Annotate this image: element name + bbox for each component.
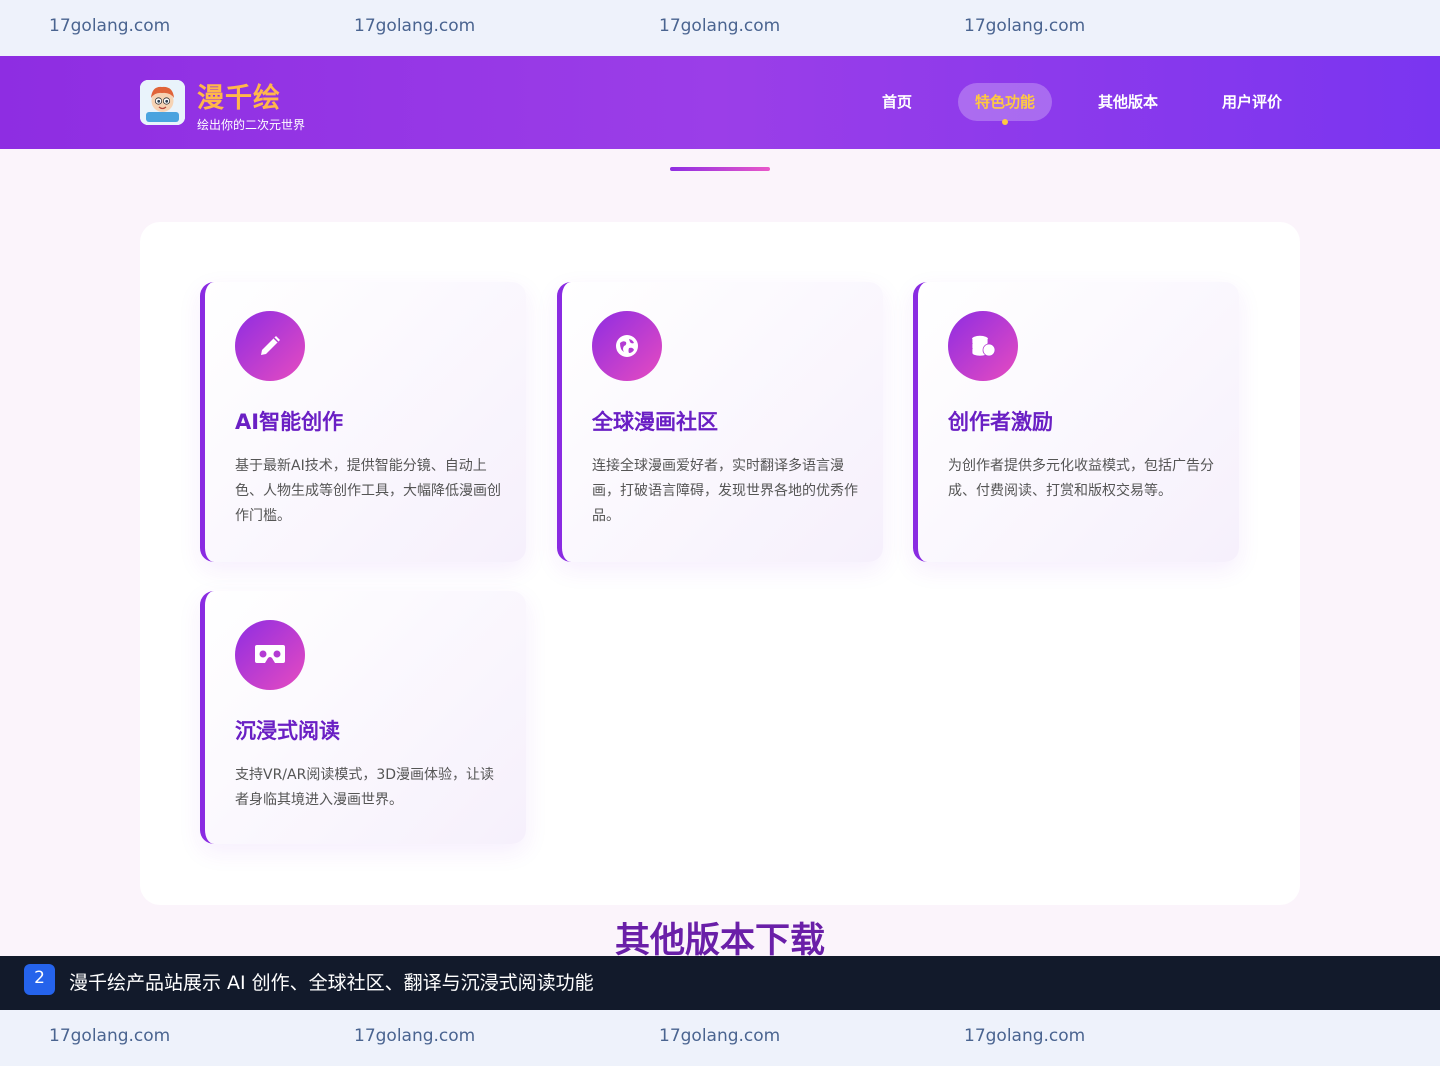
caption-bar: 2 漫千绘产品站展示 AI 创作、全球社区、翻译与沉浸式阅读功能 xyxy=(0,956,1440,1010)
watermark-text: 17golang.com xyxy=(49,1026,171,1046)
feature-card-community[interactable]: 全球漫画社区 连接全球漫画爱好者，实时翻译多语言漫画，打破语言障碍，发现世界各地… xyxy=(557,282,883,562)
nav-features[interactable]: 特色功能 xyxy=(958,83,1052,125)
globe-icon xyxy=(592,311,662,381)
caption-number-badge: 2 xyxy=(24,964,55,995)
feature-card-ai[interactable]: AI智能创作 基于最新AI技术，提供智能分镜、自动上色、人物生成等创作工具，大幅… xyxy=(200,282,526,562)
nav-features-label: 特色功能 xyxy=(974,93,1035,111)
nav-other-versions[interactable]: 其他版本 xyxy=(1080,83,1176,121)
logo-mascot-icon[interactable] xyxy=(140,80,185,125)
section-divider xyxy=(670,167,770,171)
watermark-bar-top: 17golang.com 17golang.com 17golang.com 1… xyxy=(0,0,1440,56)
feature-title: 沉浸式阅读 xyxy=(235,719,340,743)
nav-home[interactable]: 首页 xyxy=(862,83,932,121)
watermark-text: 17golang.com xyxy=(964,1026,1086,1046)
nav-user-reviews[interactable]: 用户评价 xyxy=(1204,83,1300,121)
feature-card-immersive-reading[interactable]: 沉浸式阅读 支持VR/AR阅读模式，3D漫画体验，让读者身临其境进入漫画世界。 xyxy=(200,591,526,844)
feature-description: 支持VR/AR阅读模式，3D漫画体验，让读者身临其境进入漫画世界。 xyxy=(235,767,495,808)
feature-description: 基于最新AI技术，提供智能分镜、自动上色、人物生成等创作工具，大幅降低漫画创作门… xyxy=(235,458,501,524)
feature-card-creator-incentive[interactable]: 创作者激励 为创作者提供多元化收益模式，包括广告分成、付费阅读、打赏和版权交易等… xyxy=(913,282,1239,562)
pen-icon xyxy=(235,311,305,381)
feature-title: 全球漫画社区 xyxy=(592,410,718,434)
active-indicator-dot xyxy=(1002,119,1008,125)
watermark-bar-bottom: 17golang.com 17golang.com 17golang.com 1… xyxy=(0,1010,1440,1066)
coins-icon xyxy=(948,311,1018,381)
watermark-text: 17golang.com xyxy=(354,16,476,36)
brand-name[interactable]: 漫千绘 xyxy=(197,76,281,115)
watermark-text: 17golang.com xyxy=(354,1026,476,1046)
watermark-text: 17golang.com xyxy=(659,16,781,36)
feature-title: 创作者激励 xyxy=(948,410,1053,434)
vr-headset-icon xyxy=(235,620,305,690)
site-header: 漫千绘 绘出你的二次元世界 首页 特色功能 其他版本 用户评价 xyxy=(0,56,1440,149)
watermark-text: 17golang.com xyxy=(659,1026,781,1046)
brand-slogan: 绘出你的二次元世界 xyxy=(197,118,306,132)
watermark-text: 17golang.com xyxy=(964,16,1086,36)
watermark-text: 17golang.com xyxy=(49,16,171,36)
features-panel: AI智能创作 基于最新AI技术，提供智能分镜、自动上色、人物生成等创作工具，大幅… xyxy=(140,222,1300,905)
feature-description: 连接全球漫画爱好者，实时翻译多语言漫画，打破语言障碍，发现世界各地的优秀作品。 xyxy=(592,458,858,524)
feature-title: AI智能创作 xyxy=(235,410,344,434)
caption-text: 漫千绘产品站展示 AI 创作、全球社区、翻译与沉浸式阅读功能 xyxy=(69,972,594,994)
feature-description: 为创作者提供多元化收益模式，包括广告分成、付费阅读、打赏和版权交易等。 xyxy=(948,458,1214,499)
